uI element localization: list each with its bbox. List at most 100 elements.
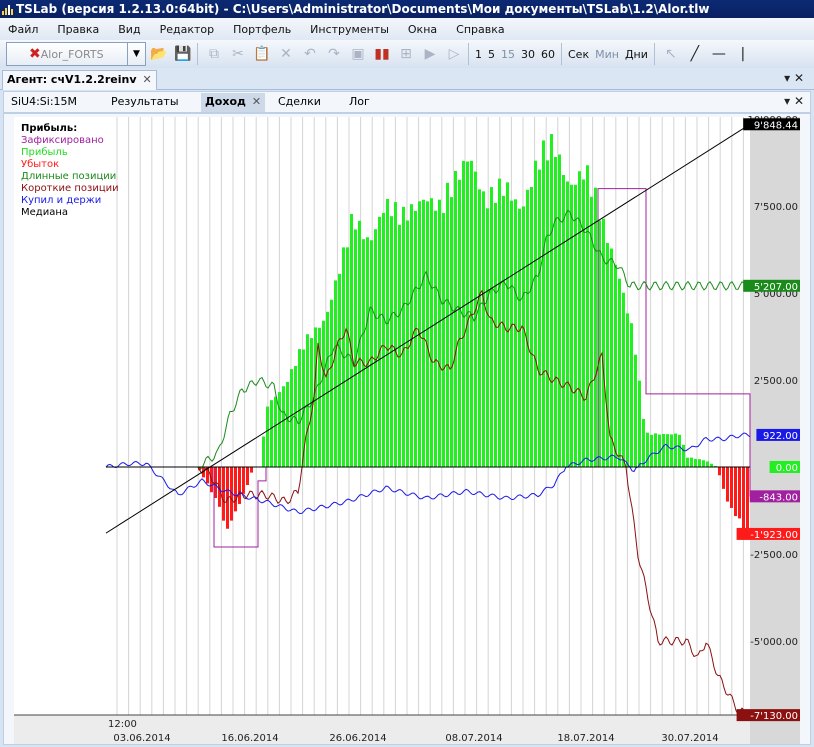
bar bbox=[278, 392, 281, 467]
bar bbox=[690, 457, 693, 467]
bar bbox=[510, 200, 513, 467]
bar bbox=[266, 406, 269, 467]
bar bbox=[370, 240, 373, 467]
bar bbox=[402, 206, 405, 467]
bar bbox=[426, 201, 429, 467]
bar bbox=[450, 197, 453, 467]
bar bbox=[434, 210, 437, 467]
legend-long[interactable]: Длинные позиции bbox=[21, 171, 119, 183]
bar bbox=[522, 206, 525, 468]
bar bbox=[414, 210, 417, 467]
value-badge-label: -1'923.00 bbox=[750, 530, 798, 541]
bar bbox=[538, 169, 541, 467]
bar bbox=[442, 213, 445, 467]
legend-profit[interactable]: Прибыль bbox=[21, 147, 119, 159]
bar bbox=[722, 467, 725, 489]
bar bbox=[502, 195, 505, 467]
bar bbox=[666, 434, 669, 467]
bar bbox=[346, 247, 349, 467]
bar bbox=[390, 216, 393, 467]
chart-legend: Прибыль: Зафиксировано Прибыль Убыток Дл… bbox=[21, 123, 119, 219]
bar bbox=[622, 292, 625, 467]
bar bbox=[546, 160, 549, 467]
bar bbox=[274, 396, 277, 467]
bar bbox=[614, 264, 617, 467]
bar bbox=[242, 467, 245, 494]
value-badge-label: 5'207.00 bbox=[754, 282, 798, 293]
bar bbox=[246, 467, 249, 485]
y-tick-label: -2'500.00 bbox=[750, 550, 798, 561]
legend-fixed[interactable]: Зафиксировано bbox=[21, 135, 119, 147]
y-tick-label: 2'500.00 bbox=[754, 376, 798, 387]
bar bbox=[642, 418, 645, 467]
bar bbox=[698, 459, 701, 467]
legend-title: Прибыль: bbox=[21, 123, 78, 134]
x-first-label: 12:00 bbox=[108, 719, 137, 730]
bar bbox=[694, 458, 697, 467]
bar bbox=[670, 434, 673, 467]
x-tick-label: 26.06.2014 bbox=[329, 733, 386, 744]
bar bbox=[482, 191, 485, 467]
bar bbox=[354, 229, 357, 467]
bar bbox=[726, 467, 729, 502]
x-tick-label: 18.07.2014 bbox=[557, 733, 614, 744]
bar bbox=[634, 354, 637, 467]
bar bbox=[610, 248, 613, 467]
y-tick-label: 7'500.00 bbox=[754, 202, 798, 213]
bar bbox=[682, 444, 685, 467]
bar bbox=[394, 202, 397, 468]
legend-median[interactable]: Медиана bbox=[21, 207, 119, 219]
bar bbox=[534, 160, 537, 468]
bar bbox=[430, 198, 433, 467]
bar bbox=[550, 134, 553, 467]
bar bbox=[382, 212, 385, 467]
bar bbox=[374, 229, 377, 467]
bar bbox=[334, 280, 337, 467]
bar bbox=[406, 220, 409, 467]
bar bbox=[686, 457, 689, 467]
bar bbox=[566, 181, 569, 468]
bar bbox=[530, 186, 533, 467]
bar bbox=[526, 189, 529, 467]
bar bbox=[674, 433, 677, 467]
bar bbox=[486, 208, 489, 467]
bar bbox=[638, 380, 641, 467]
bar bbox=[630, 323, 633, 467]
bar bbox=[330, 299, 333, 467]
bar bbox=[234, 467, 237, 512]
bar bbox=[490, 187, 493, 467]
bar bbox=[662, 433, 665, 467]
bar bbox=[578, 171, 581, 468]
bar bbox=[362, 239, 365, 467]
bar bbox=[554, 156, 557, 467]
bar bbox=[250, 467, 253, 473]
bar bbox=[582, 179, 585, 467]
legend-short[interactable]: Короткие позиции bbox=[21, 183, 119, 195]
y-tick-label: -5'000.00 bbox=[750, 637, 798, 648]
bar bbox=[574, 184, 577, 467]
x-tick-label: 16.06.2014 bbox=[221, 733, 278, 744]
bar bbox=[338, 273, 341, 467]
legend-loss[interactable]: Убыток bbox=[21, 159, 119, 171]
bar bbox=[446, 182, 449, 467]
bar bbox=[282, 386, 285, 467]
value-badge-label: -843.00 bbox=[759, 492, 798, 503]
bar bbox=[586, 165, 589, 467]
bar bbox=[650, 434, 653, 467]
x-tick-label: 08.07.2014 bbox=[445, 733, 502, 744]
bar bbox=[298, 349, 301, 467]
bar bbox=[542, 140, 545, 467]
bar bbox=[350, 214, 353, 467]
income-chart[interactable]: 7'500.005'000.002'500.00-2'500.00-5'000.… bbox=[0, 0, 814, 747]
bar bbox=[458, 179, 461, 467]
bar bbox=[478, 189, 481, 467]
legend-buyhold[interactable]: Купил и держи bbox=[21, 195, 119, 207]
bar bbox=[506, 182, 509, 468]
bar bbox=[386, 198, 389, 467]
bar bbox=[738, 467, 741, 519]
bar bbox=[626, 313, 629, 467]
bar bbox=[286, 382, 289, 467]
bar bbox=[730, 467, 733, 508]
bar bbox=[454, 170, 457, 467]
bar bbox=[438, 199, 441, 468]
